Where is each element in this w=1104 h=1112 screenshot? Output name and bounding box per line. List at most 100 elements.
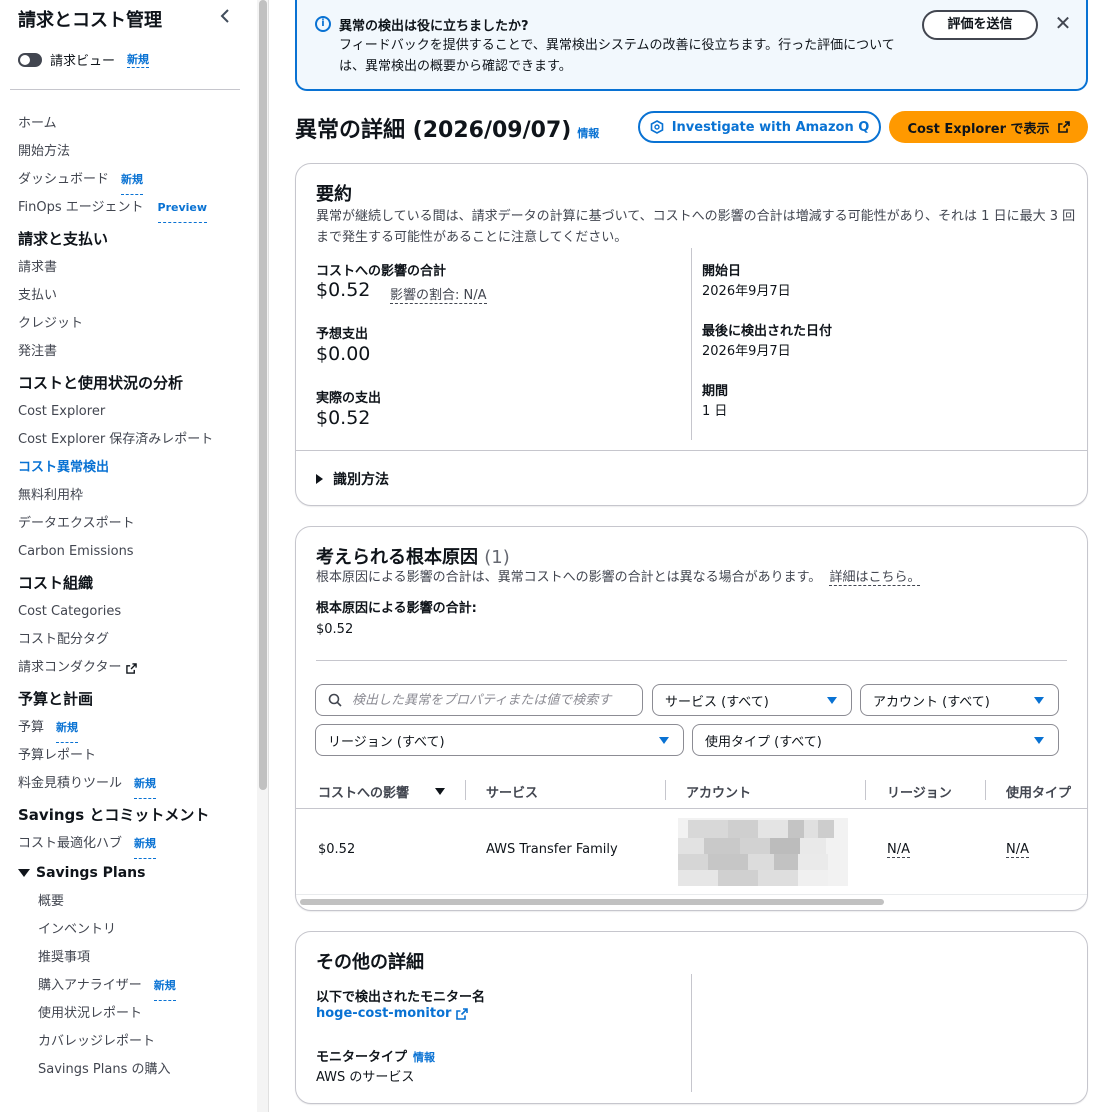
actual-spend-label: 実際の支出	[316, 391, 382, 406]
monitor-name-link[interactable]: hoge-cost-monitor	[316, 1006, 469, 1021]
sidebar-item-cost-categories[interactable]: Cost Categories	[0, 598, 256, 626]
duration-value: 1 日	[702, 404, 728, 419]
sidebar-item-saved-reports[interactable]: Cost Explorer 保存済みレポート	[0, 426, 256, 454]
new-badge: 新規	[134, 830, 157, 859]
sidebar-item-pricing-calculator[interactable]: 料金見積りツール 新規	[0, 770, 256, 799]
summary-title: 要約	[316, 184, 352, 205]
investigate-label: Investigate with Amazon Q	[671, 119, 870, 135]
sidebar-item-dashboard[interactable]: ダッシュボード 新規	[0, 166, 256, 195]
summary-divider	[296, 450, 1087, 451]
expected-spend-value: $0.00	[316, 343, 371, 365]
sidebar-item-budget-reports[interactable]: 予算レポート	[0, 742, 256, 770]
page-title: 異常の詳細 (2026/09/07) 情報	[295, 112, 599, 144]
sidebar-title: 請求とコスト管理	[18, 10, 162, 31]
column-resizer[interactable]	[465, 780, 466, 800]
info-link[interactable]: 情報	[413, 1051, 435, 1064]
sidebar-item-cost-allocation-tags[interactable]: コスト配分タグ	[0, 626, 256, 654]
monitor-type-label-text: モニタータイプ	[316, 1050, 408, 1065]
column-header-account[interactable]: アカウント	[686, 780, 751, 802]
sidebar-item-sp-inventory[interactable]: インベントリ	[0, 916, 256, 944]
info-link[interactable]: 情報	[577, 127, 599, 140]
root-cause-total-value: $0.52	[316, 622, 354, 637]
sidebar-item-label: コスト最適化ハブ	[18, 836, 123, 851]
sidebar-item-purchase-orders[interactable]: 発注書	[0, 338, 256, 366]
learn-more-link[interactable]: 詳細はこちら。	[829, 570, 921, 586]
sort-descending-icon	[435, 787, 446, 795]
sidebar-item-home[interactable]: ホーム	[0, 110, 256, 138]
sidebar-item-sp-purchase-analyzer[interactable]: 購入アナライザー 新規	[0, 972, 256, 1001]
external-link-icon	[126, 662, 138, 674]
sidebar-item-finops-agent[interactable]: FinOps エージェント Preview	[0, 194, 256, 223]
redacted-account-id	[678, 818, 848, 886]
cost-explorer-label: Cost Explorer で表示	[907, 121, 1050, 137]
sidebar-item-bills[interactable]: 請求書	[0, 254, 256, 282]
sidebar-item-sp-recommendations[interactable]: 推奨事項	[0, 944, 256, 972]
sidebar-item-getting-started[interactable]: 開始方法	[0, 138, 256, 166]
feedback-flash: i 異常の検出は役に立ちましたか? フィードバックを提供することで、異常検出シス…	[295, 0, 1088, 91]
sidebar-item-credits[interactable]: クレジット	[0, 310, 256, 338]
region-filter-select[interactable]: リージョン (すべて)	[315, 724, 684, 756]
root-cause-total-label: 根本原因による影響の合計:	[316, 601, 477, 616]
close-icon[interactable]: ✕	[1052, 12, 1074, 34]
preview-badge: Preview	[157, 194, 208, 223]
cell-usage-type[interactable]: N/A	[1006, 842, 1029, 858]
chevron-left-icon[interactable]	[218, 6, 232, 26]
view-in-cost-explorer-button[interactable]: Cost Explorer で表示	[889, 111, 1088, 143]
sidebar-item-payments[interactable]: 支払い	[0, 282, 256, 310]
sidebar-item-sp-coverage[interactable]: カバレッジレポート	[0, 1028, 256, 1056]
investigate-amazon-q-button[interactable]: Investigate with Amazon Q	[638, 111, 881, 143]
impact-ratio[interactable]: 影響の割合: N/A	[390, 284, 487, 304]
last-detected-label: 最後に検出された日付	[702, 324, 833, 339]
account-filter-value: アカウント (すべて)	[873, 694, 990, 710]
sidebar-item-carbon-emissions[interactable]: Carbon Emissions	[0, 538, 256, 566]
new-badge: 新規	[56, 714, 79, 743]
sidebar-item-billing-conductor[interactable]: 請求コンダクター	[0, 654, 256, 682]
expected-spend-label: 予想支出	[316, 327, 369, 342]
actual-spend-value: $0.52	[316, 407, 371, 429]
sidebar-item-anomaly-detection[interactable]: コスト異常検出	[0, 454, 256, 482]
search-input[interactable]	[352, 692, 632, 708]
sidebar-item-label: 請求コンダクター	[18, 660, 122, 675]
info-icon: i	[315, 16, 331, 32]
sidebar-item-budgets[interactable]: 予算 新規	[0, 714, 256, 743]
total-impact-label: コストへの影響の合計	[316, 264, 447, 279]
sidebar-item-sp-overview[interactable]: 概要	[0, 888, 256, 916]
column-resizer[interactable]	[865, 780, 866, 800]
sidebar-item-data-exports[interactable]: データエクスポート	[0, 510, 256, 538]
cell-region[interactable]: N/A	[887, 842, 910, 858]
sidebar-item-free-tier[interactable]: 無料利用枠	[0, 482, 256, 510]
search-icon	[328, 693, 342, 707]
other-details-card: その他の詳細 以下で検出されたモニター名 hoge-cost-monitor モ…	[295, 931, 1088, 1104]
monitor-name-value: hoge-cost-monitor	[316, 1006, 452, 1021]
caret-down-icon	[1034, 736, 1044, 744]
sidebar-item-cost-explorer[interactable]: Cost Explorer	[0, 398, 256, 426]
monitor-name-label: 以下で検出されたモニター名	[316, 990, 486, 1005]
column-header-usage-type[interactable]: 使用タイプ	[1006, 780, 1071, 802]
flash-body: フィードバックを提供することで、異常検出システムの改善に役立ちます。行った評価に…	[339, 38, 895, 74]
sidebar-item-sp-purchase[interactable]: Savings Plans の購入	[0, 1056, 256, 1084]
usage-type-filter-select[interactable]: 使用タイプ (すべて)	[692, 724, 1059, 756]
sidebar-item-label: 購入アナライザー	[38, 978, 142, 993]
service-filter-select[interactable]: サービス (すべて)	[652, 684, 852, 716]
sidebar-group-savings-plans[interactable]: Savings Plans	[0, 858, 256, 888]
submit-rating-button[interactable]: 評価を送信	[922, 10, 1038, 40]
table-horizontal-scrollbar[interactable]	[300, 899, 884, 905]
summary-card: 要約 異常が継続している間は、請求データの計算に基づいて、コストへの影響の合計は…	[295, 163, 1088, 506]
column-header-service[interactable]: サービス	[486, 780, 538, 802]
sidebar-item-sp-utilization[interactable]: 使用状況レポート	[0, 1000, 256, 1028]
identification-expander[interactable]: 識別方法	[316, 469, 389, 489]
search-input-wrapper	[315, 684, 643, 716]
monitor-type-label: モニタータイプ 情報	[316, 1046, 435, 1065]
column-resizer[interactable]	[665, 780, 666, 800]
new-badge: 新規	[153, 972, 176, 1001]
column-resizer[interactable]	[985, 780, 986, 800]
page-title-text: 異常の詳細 (2026/09/07)	[295, 118, 572, 143]
sidebar-item-label: FinOps エージェント	[18, 200, 144, 215]
column-header-region[interactable]: リージョン	[887, 780, 952, 802]
usage-type-filter-value: 使用タイプ (すべて)	[705, 734, 822, 750]
sidebar-item-cost-optimization-hub[interactable]: コスト最適化ハブ 新規	[0, 830, 256, 859]
account-filter-select[interactable]: アカウント (すべて)	[860, 684, 1059, 716]
sidebar-scrollbar-thumb[interactable]	[259, 0, 267, 790]
column-header-impact[interactable]: コストへの影響	[318, 780, 446, 802]
billing-view-toggle[interactable]	[18, 52, 42, 67]
